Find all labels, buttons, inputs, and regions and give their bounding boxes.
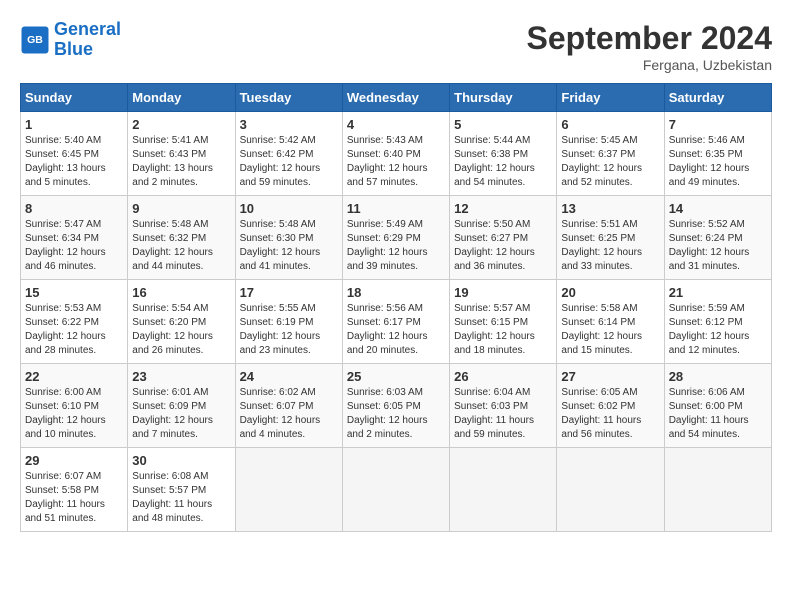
calendar-empty-cell <box>235 448 342 532</box>
calendar-day-4: 4Sunrise: 5:43 AMSunset: 6:40 PMDaylight… <box>342 112 449 196</box>
calendar-day-10: 10Sunrise: 5:48 AMSunset: 6:30 PMDayligh… <box>235 196 342 280</box>
weekday-saturday: Saturday <box>664 84 771 112</box>
calendar-day-21: 21Sunrise: 5:59 AMSunset: 6:12 PMDayligh… <box>664 280 771 364</box>
calendar-empty-cell <box>342 448 449 532</box>
calendar-day-8: 8Sunrise: 5:47 AMSunset: 6:34 PMDaylight… <box>21 196 128 280</box>
calendar-day-14: 14Sunrise: 5:52 AMSunset: 6:24 PMDayligh… <box>664 196 771 280</box>
weekday-monday: Monday <box>128 84 235 112</box>
calendar-day-11: 11Sunrise: 5:49 AMSunset: 6:29 PMDayligh… <box>342 196 449 280</box>
calendar-day-15: 15Sunrise: 5:53 AMSunset: 6:22 PMDayligh… <box>21 280 128 364</box>
calendar-day-6: 6Sunrise: 5:45 AMSunset: 6:37 PMDaylight… <box>557 112 664 196</box>
calendar-day-28: 28Sunrise: 6:06 AMSunset: 6:00 PMDayligh… <box>664 364 771 448</box>
weekday-thursday: Thursday <box>450 84 557 112</box>
calendar-week-1: 1Sunrise: 5:40 AMSunset: 6:45 PMDaylight… <box>21 112 772 196</box>
calendar-body: 1Sunrise: 5:40 AMSunset: 6:45 PMDaylight… <box>21 112 772 532</box>
logo-line1: General <box>54 19 121 39</box>
calendar-day-30: 30Sunrise: 6:08 AMSunset: 5:57 PMDayligh… <box>128 448 235 532</box>
calendar-empty-cell <box>664 448 771 532</box>
calendar-day-24: 24Sunrise: 6:02 AMSunset: 6:07 PMDayligh… <box>235 364 342 448</box>
calendar-day-3: 3Sunrise: 5:42 AMSunset: 6:42 PMDaylight… <box>235 112 342 196</box>
calendar-day-25: 25Sunrise: 6:03 AMSunset: 6:05 PMDayligh… <box>342 364 449 448</box>
calendar-week-4: 22Sunrise: 6:00 AMSunset: 6:10 PMDayligh… <box>21 364 772 448</box>
calendar-day-27: 27Sunrise: 6:05 AMSunset: 6:02 PMDayligh… <box>557 364 664 448</box>
svg-text:GB: GB <box>27 34 43 46</box>
logo-icon: GB <box>20 25 50 55</box>
calendar-empty-cell <box>450 448 557 532</box>
calendar-day-16: 16Sunrise: 5:54 AMSunset: 6:20 PMDayligh… <box>128 280 235 364</box>
location-subtitle: Fergana, Uzbekistan <box>527 57 772 73</box>
weekday-tuesday: Tuesday <box>235 84 342 112</box>
calendar-day-12: 12Sunrise: 5:50 AMSunset: 6:27 PMDayligh… <box>450 196 557 280</box>
logo-text: General Blue <box>54 20 121 60</box>
calendar-day-29: 29Sunrise: 6:07 AMSunset: 5:58 PMDayligh… <box>21 448 128 532</box>
calendar-day-5: 5Sunrise: 5:44 AMSunset: 6:38 PMDaylight… <box>450 112 557 196</box>
calendar-day-19: 19Sunrise: 5:57 AMSunset: 6:15 PMDayligh… <box>450 280 557 364</box>
weekday-header-row: SundayMondayTuesdayWednesdayThursdayFrid… <box>21 84 772 112</box>
calendar-week-2: 8Sunrise: 5:47 AMSunset: 6:34 PMDaylight… <box>21 196 772 280</box>
month-title: September 2024 <box>527 20 772 57</box>
calendar-day-23: 23Sunrise: 6:01 AMSunset: 6:09 PMDayligh… <box>128 364 235 448</box>
calendar-day-22: 22Sunrise: 6:00 AMSunset: 6:10 PMDayligh… <box>21 364 128 448</box>
calendar-day-7: 7Sunrise: 5:46 AMSunset: 6:35 PMDaylight… <box>664 112 771 196</box>
calendar-day-18: 18Sunrise: 5:56 AMSunset: 6:17 PMDayligh… <box>342 280 449 364</box>
weekday-sunday: Sunday <box>21 84 128 112</box>
logo: GB General Blue <box>20 20 121 60</box>
calendar-day-26: 26Sunrise: 6:04 AMSunset: 6:03 PMDayligh… <box>450 364 557 448</box>
calendar-day-20: 20Sunrise: 5:58 AMSunset: 6:14 PMDayligh… <box>557 280 664 364</box>
calendar-day-17: 17Sunrise: 5:55 AMSunset: 6:19 PMDayligh… <box>235 280 342 364</box>
logo-line2: Blue <box>54 39 93 59</box>
weekday-wednesday: Wednesday <box>342 84 449 112</box>
calendar-empty-cell <box>557 448 664 532</box>
calendar-week-5: 29Sunrise: 6:07 AMSunset: 5:58 PMDayligh… <box>21 448 772 532</box>
calendar-table: SundayMondayTuesdayWednesdayThursdayFrid… <box>20 83 772 532</box>
page-header: GB General Blue September 2024 Fergana, … <box>20 20 772 73</box>
calendar-week-3: 15Sunrise: 5:53 AMSunset: 6:22 PMDayligh… <box>21 280 772 364</box>
calendar-day-1: 1Sunrise: 5:40 AMSunset: 6:45 PMDaylight… <box>21 112 128 196</box>
calendar-day-9: 9Sunrise: 5:48 AMSunset: 6:32 PMDaylight… <box>128 196 235 280</box>
weekday-friday: Friday <box>557 84 664 112</box>
calendar-day-13: 13Sunrise: 5:51 AMSunset: 6:25 PMDayligh… <box>557 196 664 280</box>
calendar-day-2: 2Sunrise: 5:41 AMSunset: 6:43 PMDaylight… <box>128 112 235 196</box>
title-block: September 2024 Fergana, Uzbekistan <box>527 20 772 73</box>
